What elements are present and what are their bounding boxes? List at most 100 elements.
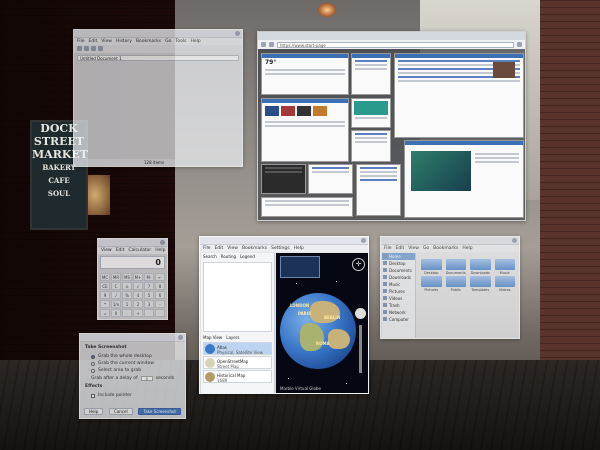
menu-view[interactable]: View: [408, 246, 419, 251]
close-icon[interactable]: [235, 31, 240, 36]
calculator-key[interactable]: [144, 309, 154, 317]
calculator-key[interactable]: ±: [122, 282, 132, 290]
tile-mail[interactable]: [351, 130, 391, 162]
menu-edit[interactable]: Edit: [89, 39, 98, 44]
menu-history[interactable]: History: [116, 39, 132, 44]
reload-icon[interactable]: [91, 46, 96, 51]
menu-edit[interactable]: Edit: [215, 246, 224, 251]
titlebar[interactable]: [74, 30, 242, 38]
tile-social[interactable]: [351, 98, 391, 128]
titlebar[interactable]: [80, 334, 185, 342]
folder-icon[interactable]: Desktop: [421, 259, 442, 275]
calculator-key[interactable]: 0: [111, 309, 121, 317]
sidebar-item[interactable]: Music: [382, 281, 415, 288]
close-icon[interactable]: [178, 335, 183, 340]
calculator-key[interactable]: MC: [100, 273, 110, 281]
tile-video[interactable]: [394, 53, 524, 138]
folder-icon[interactable]: Music: [494, 259, 515, 275]
calculator-key[interactable]: 2: [133, 300, 143, 308]
tab-legend[interactable]: Legend: [240, 254, 255, 259]
navigation-pad[interactable]: [355, 308, 366, 319]
menu-file[interactable]: File: [203, 246, 211, 251]
tile-footer[interactable]: [261, 197, 353, 217]
option-whole-desktop[interactable]: Grab the whole desktop: [85, 353, 180, 360]
sidebar-item[interactable]: Videos: [382, 295, 415, 302]
file-manager-window-left[interactable]: File Edit View History Bookmarks Go Tool…: [73, 29, 243, 167]
tab-map-view[interactable]: Map View: [203, 335, 222, 340]
back-icon[interactable]: [77, 46, 82, 51]
calculator-key[interactable]: 4: [133, 291, 143, 299]
calculator-key[interactable]: +: [133, 309, 143, 317]
tile-news[interactable]: [351, 53, 391, 95]
forward-icon[interactable]: [269, 42, 274, 47]
menu-view[interactable]: View: [101, 248, 112, 253]
tile-sports[interactable]: [308, 164, 353, 194]
calculator-key[interactable]: ←: [155, 273, 165, 281]
calculator-key[interactable]: 7: [144, 282, 154, 290]
calculator-key[interactable]: 3: [144, 300, 154, 308]
location-field[interactable]: Untitled Document 1: [77, 55, 239, 61]
sidebar-item[interactable]: Home: [382, 253, 415, 260]
menu-settings[interactable]: Settings: [271, 246, 289, 251]
web-browser-window[interactable]: https://www.start-page 79°: [257, 31, 526, 221]
calculator-key[interactable]: CE: [100, 282, 110, 290]
globe-sphere[interactable]: PARIS LONDON ROMA BERLIN: [280, 293, 356, 369]
folder-icon[interactable]: Public: [445, 276, 466, 292]
cancel-button[interactable]: Cancel: [109, 408, 133, 415]
menu-help[interactable]: Help: [190, 39, 200, 44]
calculator-key[interactable]: 9: [100, 291, 110, 299]
calculator-key[interactable]: =: [100, 309, 110, 317]
close-icon[interactable]: [512, 238, 517, 243]
titlebar[interactable]: [200, 237, 368, 245]
tile-travel[interactable]: [404, 140, 524, 218]
menu-bookmarks[interactable]: Bookmarks: [433, 246, 458, 251]
overview-map[interactable]: [280, 256, 320, 278]
folder-icon[interactable]: Templates: [470, 276, 491, 292]
menu-file[interactable]: File: [77, 39, 85, 44]
calculator-key[interactable]: %: [122, 291, 132, 299]
compass-icon[interactable]: ✛: [352, 258, 365, 271]
calculator-key[interactable]: .: [122, 309, 132, 317]
url-input[interactable]: https://www.start-page: [277, 41, 514, 48]
tab-search[interactable]: Search: [203, 254, 217, 259]
menu-view[interactable]: View: [101, 39, 112, 44]
tile-maps[interactable]: [261, 164, 306, 194]
zoom-slider[interactable]: [359, 325, 362, 373]
marble-globe-window[interactable]: File Edit View Bookmarks Settings Help S…: [199, 236, 369, 394]
close-icon[interactable]: [361, 238, 366, 243]
calculator-key[interactable]: 1/x: [111, 300, 121, 308]
sidebar-item[interactable]: Trash: [382, 302, 415, 309]
option-current-window[interactable]: Grab the current window: [85, 360, 180, 367]
menu-go[interactable]: Go: [423, 246, 429, 251]
calculator-key[interactable]: *: [100, 300, 110, 308]
menu-bookmarks[interactable]: Bookmarks: [242, 246, 267, 251]
tile-shopping[interactable]: [261, 98, 349, 162]
tab-routing[interactable]: Routing: [221, 254, 236, 259]
menu-edit[interactable]: Edit: [116, 248, 125, 253]
search-results[interactable]: [203, 262, 272, 332]
folder-icon[interactable]: Videos: [494, 276, 515, 292]
calculator-key[interactable]: 5: [144, 291, 154, 299]
menu-calculator[interactable]: Calculator: [128, 248, 151, 253]
delay-spinner[interactable]: 0: [140, 375, 153, 381]
folder-icon[interactable]: Documents: [445, 259, 466, 275]
calculator-window[interactable]: View Edit Calculator Help 0 MC MR MS M+ M- ← C…: [97, 238, 168, 320]
menu-bookmarks[interactable]: Bookmarks: [136, 39, 161, 44]
tile-list[interactable]: [356, 164, 401, 216]
home-icon[interactable]: [98, 46, 103, 51]
calculator-key[interactable]: MS: [122, 273, 132, 281]
take-screenshot-button[interactable]: Take Screenshot: [138, 408, 181, 415]
menu-icon[interactable]: [517, 42, 522, 47]
calculator-key[interactable]: /: [111, 291, 121, 299]
sidebar-item[interactable]: Desktop: [382, 260, 415, 267]
globe-view[interactable]: ✛ PARIS LONDON ROMA BERLIN Marble Virtua…: [276, 253, 368, 393]
sidebar-item[interactable]: Pictures: [382, 288, 415, 295]
folder-icon[interactable]: Downloads: [470, 259, 491, 275]
radio-icon[interactable]: [91, 361, 95, 366]
calculator-key[interactable]: 1: [122, 300, 132, 308]
sidebar-item[interactable]: Computer: [382, 316, 415, 323]
map-theme-item[interactable]: Atlas Physical, Satellite View: [203, 342, 272, 355]
sidebar-item[interactable]: Documents: [382, 267, 415, 274]
tab-layers[interactable]: Layers: [226, 335, 239, 340]
menu-view[interactable]: View: [227, 246, 238, 251]
